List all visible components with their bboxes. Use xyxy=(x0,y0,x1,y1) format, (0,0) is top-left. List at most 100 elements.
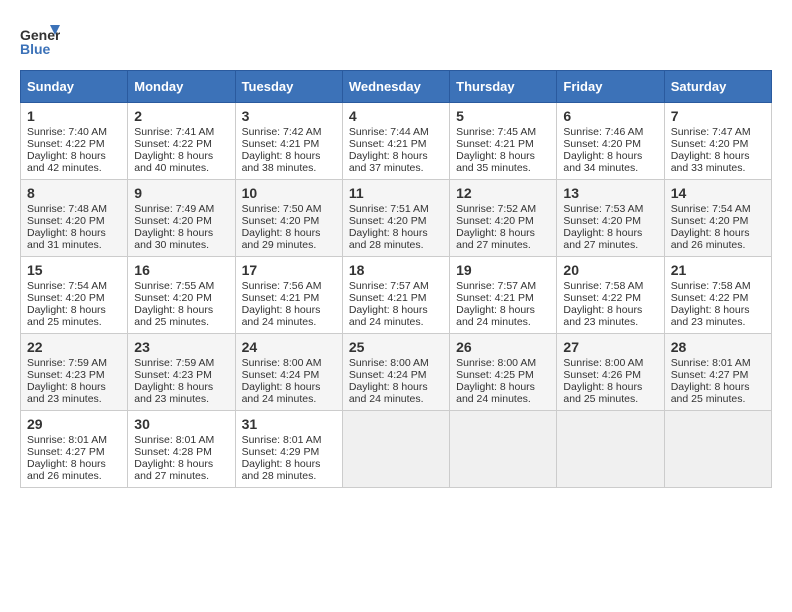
day-info-line: and 28 minutes. xyxy=(349,239,443,251)
day-info-line: Sunrise: 7:51 AM xyxy=(349,203,443,215)
day-info-line: and 24 minutes. xyxy=(456,393,550,405)
col-header-tuesday: Tuesday xyxy=(235,71,342,103)
day-info-line: and 23 minutes. xyxy=(563,316,657,328)
day-info-line: and 34 minutes. xyxy=(563,162,657,174)
day-number: 15 xyxy=(27,262,121,278)
day-number: 8 xyxy=(27,185,121,201)
day-number: 10 xyxy=(242,185,336,201)
day-info-line: Daylight: 8 hours xyxy=(671,150,765,162)
day-info-line: Sunset: 4:26 PM xyxy=(563,369,657,381)
col-header-thursday: Thursday xyxy=(450,71,557,103)
day-info-line: and 24 minutes. xyxy=(242,393,336,405)
calendar-cell: 30Sunrise: 8:01 AMSunset: 4:28 PMDayligh… xyxy=(128,411,235,488)
day-info-line: Sunset: 4:22 PM xyxy=(27,138,121,150)
day-info-line: Daylight: 8 hours xyxy=(27,381,121,393)
day-info-line: Sunrise: 7:59 AM xyxy=(27,357,121,369)
day-info-line: Sunset: 4:21 PM xyxy=(349,138,443,150)
day-info-line: and 30 minutes. xyxy=(134,239,228,251)
day-number: 5 xyxy=(456,108,550,124)
day-number: 20 xyxy=(563,262,657,278)
day-info-line: Daylight: 8 hours xyxy=(27,458,121,470)
day-info-line: Sunset: 4:20 PM xyxy=(563,215,657,227)
col-header-wednesday: Wednesday xyxy=(342,71,449,103)
day-info-line: Daylight: 8 hours xyxy=(134,381,228,393)
day-info-line: and 37 minutes. xyxy=(349,162,443,174)
day-info-line: Sunset: 4:29 PM xyxy=(242,446,336,458)
calendar-cell: 17Sunrise: 7:56 AMSunset: 4:21 PMDayligh… xyxy=(235,257,342,334)
day-info-line: Sunset: 4:23 PM xyxy=(134,369,228,381)
calendar-cell: 12Sunrise: 7:52 AMSunset: 4:20 PMDayligh… xyxy=(450,180,557,257)
day-info-line: Sunset: 4:20 PM xyxy=(671,138,765,150)
calendar-cell: 25Sunrise: 8:00 AMSunset: 4:24 PMDayligh… xyxy=(342,334,449,411)
calendar-cell: 8Sunrise: 7:48 AMSunset: 4:20 PMDaylight… xyxy=(21,180,128,257)
day-info-line: Daylight: 8 hours xyxy=(671,304,765,316)
day-info-line: Sunset: 4:20 PM xyxy=(27,215,121,227)
day-info-line: Sunrise: 7:53 AM xyxy=(563,203,657,215)
day-number: 11 xyxy=(349,185,443,201)
day-number: 27 xyxy=(563,339,657,355)
day-number: 2 xyxy=(134,108,228,124)
day-number: 4 xyxy=(349,108,443,124)
day-info-line: Daylight: 8 hours xyxy=(671,381,765,393)
day-number: 13 xyxy=(563,185,657,201)
day-info-line: and 27 minutes. xyxy=(563,239,657,251)
day-info-line: Sunrise: 8:01 AM xyxy=(27,434,121,446)
day-info-line: Daylight: 8 hours xyxy=(134,458,228,470)
day-number: 3 xyxy=(242,108,336,124)
day-info-line: Sunrise: 7:49 AM xyxy=(134,203,228,215)
calendar-cell: 7Sunrise: 7:47 AMSunset: 4:20 PMDaylight… xyxy=(664,103,771,180)
day-info-line: Daylight: 8 hours xyxy=(134,150,228,162)
day-info-line: Sunrise: 8:00 AM xyxy=(563,357,657,369)
day-info-line: and 23 minutes. xyxy=(671,316,765,328)
day-info-line: Sunrise: 7:54 AM xyxy=(671,203,765,215)
day-info-line: and 31 minutes. xyxy=(27,239,121,251)
calendar-cell xyxy=(342,411,449,488)
calendar-cell: 6Sunrise: 7:46 AMSunset: 4:20 PMDaylight… xyxy=(557,103,664,180)
day-number: 25 xyxy=(349,339,443,355)
day-info-line: Sunrise: 7:59 AM xyxy=(134,357,228,369)
day-info-line: and 26 minutes. xyxy=(27,470,121,482)
calendar-cell: 27Sunrise: 8:00 AMSunset: 4:26 PMDayligh… xyxy=(557,334,664,411)
day-info-line: Daylight: 8 hours xyxy=(27,304,121,316)
day-number: 26 xyxy=(456,339,550,355)
day-info-line: and 25 minutes. xyxy=(563,393,657,405)
day-info-line: Sunrise: 8:01 AM xyxy=(242,434,336,446)
day-info-line: Daylight: 8 hours xyxy=(349,150,443,162)
day-info-line: Sunset: 4:23 PM xyxy=(27,369,121,381)
day-info-line: Sunrise: 7:46 AM xyxy=(563,126,657,138)
day-info-line: Sunset: 4:21 PM xyxy=(242,138,336,150)
calendar-cell: 16Sunrise: 7:55 AMSunset: 4:20 PMDayligh… xyxy=(128,257,235,334)
day-number: 22 xyxy=(27,339,121,355)
day-info-line: Sunset: 4:27 PM xyxy=(27,446,121,458)
day-info-line: Daylight: 8 hours xyxy=(134,304,228,316)
day-info-line: Sunrise: 7:56 AM xyxy=(242,280,336,292)
day-info-line: Sunset: 4:20 PM xyxy=(671,215,765,227)
day-number: 17 xyxy=(242,262,336,278)
day-info-line: Sunrise: 8:00 AM xyxy=(349,357,443,369)
day-info-line: and 25 minutes. xyxy=(134,316,228,328)
svg-text:Blue: Blue xyxy=(20,41,51,57)
day-info-line: and 29 minutes. xyxy=(242,239,336,251)
week-row-3: 15Sunrise: 7:54 AMSunset: 4:20 PMDayligh… xyxy=(21,257,772,334)
day-info-line: and 23 minutes. xyxy=(27,393,121,405)
day-info-line: Daylight: 8 hours xyxy=(349,227,443,239)
calendar-cell xyxy=(557,411,664,488)
calendar-cell: 10Sunrise: 7:50 AMSunset: 4:20 PMDayligh… xyxy=(235,180,342,257)
day-info-line: Sunset: 4:20 PM xyxy=(456,215,550,227)
calendar-cell: 22 Sunrise: 7:59 AMSunset: 4:23 PMDayligh… xyxy=(21,334,128,411)
calendar-table: SundayMondayTuesdayWednesdayThursdayFrid… xyxy=(20,70,772,488)
day-info-line: Daylight: 8 hours xyxy=(456,227,550,239)
day-info-line: and 23 minutes. xyxy=(134,393,228,405)
day-info-line: Sunrise: 7:40 AM xyxy=(27,126,121,138)
day-info-line: and 38 minutes. xyxy=(242,162,336,174)
calendar-cell: 14Sunrise: 7:54 AMSunset: 4:20 PMDayligh… xyxy=(664,180,771,257)
day-info-line: Sunset: 4:24 PM xyxy=(242,369,336,381)
col-header-monday: Monday xyxy=(128,71,235,103)
calendar-cell: 23Sunrise: 7:59 AMSunset: 4:23 PMDayligh… xyxy=(128,334,235,411)
calendar-cell xyxy=(450,411,557,488)
day-info-line: Sunrise: 7:42 AM xyxy=(242,126,336,138)
day-info-line: Sunrise: 7:44 AM xyxy=(349,126,443,138)
day-info-line: Daylight: 8 hours xyxy=(349,381,443,393)
day-info-line: Sunset: 4:22 PM xyxy=(134,138,228,150)
calendar-cell: 4 Sunrise: 7:44 AMSunset: 4:21 PMDaylight… xyxy=(342,103,449,180)
